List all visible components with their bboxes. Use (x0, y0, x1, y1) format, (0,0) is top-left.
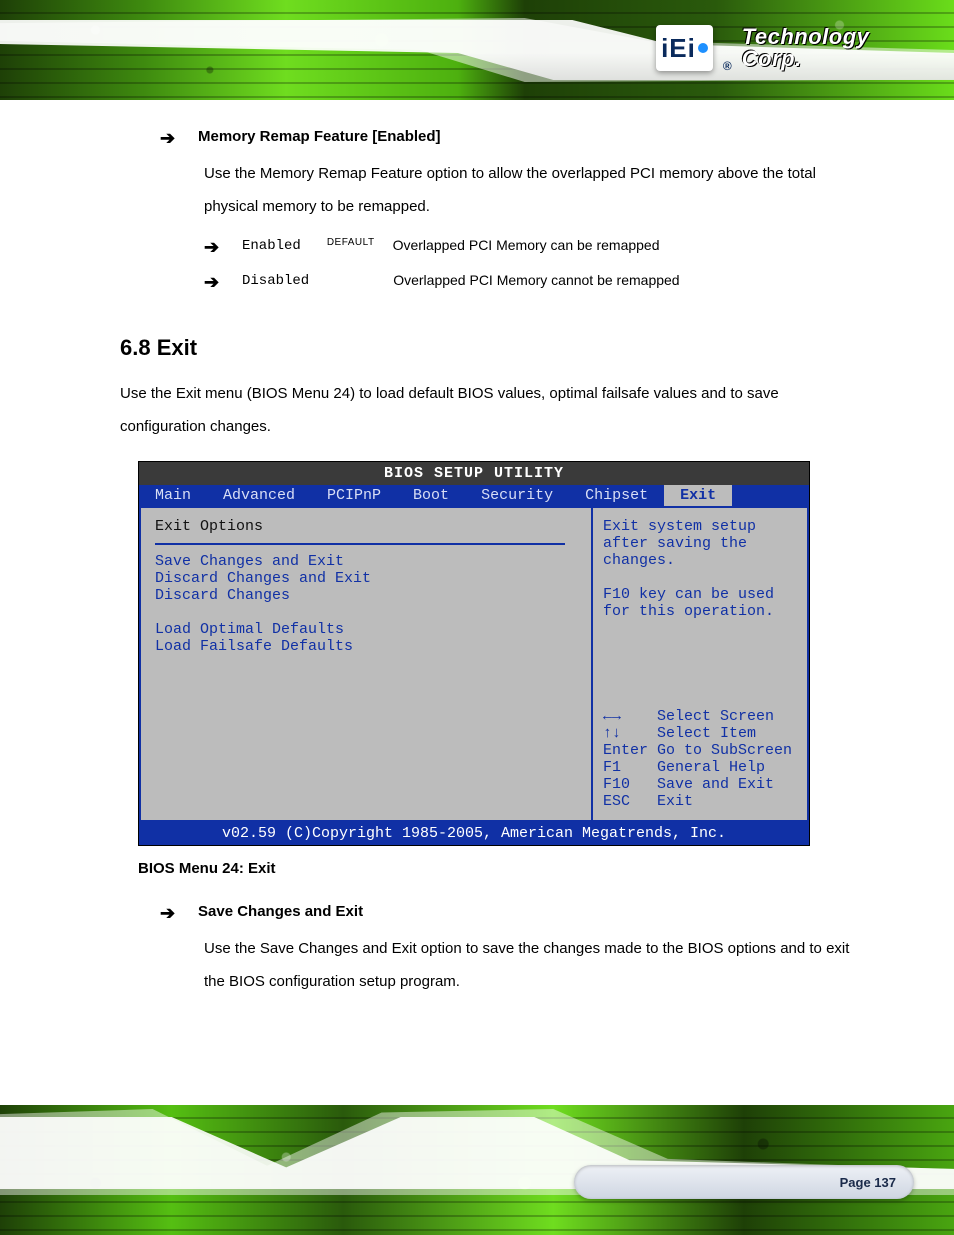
bios-exit-option[interactable]: Discard Changes (155, 587, 577, 604)
bios-key-desc: Select Screen (657, 708, 774, 725)
bios-body: Exit Options Save Changes and Exit Disca… (139, 506, 809, 822)
bios-key-desc: Select Item (657, 725, 756, 742)
bios-menu-item[interactable]: Chipset (569, 485, 664, 506)
bios-menu-item[interactable]: Advanced (207, 485, 311, 506)
option-value-row: ➔ Enabled DEFAULT Overlapped PCI Memory … (204, 237, 864, 258)
bios-menu-item[interactable]: Security (465, 485, 569, 506)
bios-key: ESC (603, 793, 630, 810)
bios-help-line: for this operation. (603, 603, 797, 620)
option-value-label: Disabled (242, 272, 309, 292)
header-banner: iEi ® Technology Corp. (0, 0, 954, 100)
section-lead-text: Use the Exit menu (BIOS Menu 24) to load… (120, 377, 864, 443)
bios-help-line: after saving the (603, 535, 797, 552)
bios-title-bar: BIOS SETUP UTILITY (139, 462, 809, 485)
bios-footer: v02.59 (C)Copyright 1985-2005, American … (139, 822, 809, 845)
brand-logo-mark: iEi (656, 25, 713, 71)
option-heading-row: ➔ Save Changes and Exit (160, 903, 864, 924)
brand-logo-letters: iEi (661, 35, 696, 61)
bios-menu-item[interactable]: Main (139, 485, 207, 506)
option-heading-row: ➔ Memory Remap Feature [Enabled] (160, 128, 864, 149)
bios-help-text: Exit system setup after saving the chang… (603, 518, 797, 708)
arrow-right-icon: ➔ (160, 903, 180, 924)
bios-help-line: F10 key can be used (603, 586, 797, 603)
bios-key-row: F1 General Help (603, 759, 797, 776)
bios-help-line: Exit system setup (603, 518, 797, 535)
brand-logo-dot-icon (698, 43, 708, 53)
bios-key: ↑↓ (603, 725, 621, 742)
bios-help-line (603, 569, 797, 586)
bios-blank-line (155, 604, 577, 621)
bios-divider (155, 543, 565, 545)
save-and-exit-block: ➔ Save Changes and Exit Use the Save Cha… (160, 903, 864, 998)
bios-panel-header: Exit Options (155, 518, 577, 541)
page-content: ➔ Memory Remap Feature [Enabled] Use the… (0, 110, 954, 998)
brand-text: Technology Corp. (742, 26, 926, 70)
bios-menu-bar: Main Advanced PCIPnP Boot Security Chips… (139, 485, 809, 506)
bios-key-row: ↑↓ Select Item (603, 725, 797, 742)
option-default-tag: DEFAULT (327, 237, 375, 248)
brand-logo-block: iEi ® Technology Corp. (656, 18, 926, 78)
option-heading: Save Changes and Exit (198, 903, 363, 920)
bios-key-legend: ←→ Select Screen ↑↓ Select Item Enter Go… (603, 708, 797, 810)
option-value-label: Enabled (242, 237, 301, 257)
bios-exit-option[interactable]: Load Failsafe Defaults (155, 638, 577, 655)
bios-exit-option[interactable]: Discard Changes and Exit (155, 570, 577, 587)
bios-key: ←→ (603, 708, 621, 725)
bios-key-row: ESC Exit (603, 793, 797, 810)
bios-exit-option[interactable]: Save Changes and Exit (155, 553, 577, 570)
footer-banner: Page 137 (0, 1105, 954, 1235)
option-values-list: ➔ Enabled DEFAULT Overlapped PCI Memory … (204, 237, 864, 293)
bios-right-panel: Exit system setup after saving the chang… (591, 506, 809, 822)
bios-exit-option[interactable]: Load Optimal Defaults (155, 621, 577, 638)
bios-key-desc: Save and Exit (657, 776, 774, 793)
bios-menu-item-selected[interactable]: Exit (664, 485, 732, 506)
bios-key-desc: Exit (657, 793, 693, 810)
option-value-note: Overlapped PCI Memory cannot be remapped (393, 272, 679, 288)
bios-key: F10 (603, 776, 630, 793)
section-heading: 6.8 Exit (120, 335, 864, 361)
bios-menu-item[interactable]: Boot (397, 485, 465, 506)
bios-key-desc: General Help (657, 759, 765, 776)
bios-menu-item[interactable]: PCIPnP (311, 485, 397, 506)
arrow-right-icon: ➔ (204, 237, 224, 258)
figure-caption: BIOS Menu 24: Exit (138, 860, 864, 877)
option-help-text: Use the Save Changes and Exit option to … (204, 932, 864, 998)
registered-symbol: ® (723, 60, 732, 72)
arrow-right-icon: ➔ (160, 128, 180, 149)
bios-key: F1 (603, 759, 621, 776)
bios-help-line: changes. (603, 552, 797, 569)
bios-key-row: F10 Save and Exit (603, 776, 797, 793)
arrow-right-icon: ➔ (204, 272, 224, 293)
bios-key-row: ←→ Select Screen (603, 708, 797, 725)
bios-key: Enter (603, 742, 648, 759)
option-help-text: Use the Memory Remap Feature option to a… (204, 157, 864, 223)
bios-screenshot: BIOS SETUP UTILITY Main Advanced PCIPnP … (138, 461, 810, 846)
option-value-row: ➔ Disabled Overlapped PCI Memory cannot … (204, 272, 864, 293)
option-heading: Memory Remap Feature [Enabled] (198, 128, 441, 145)
option-value-note: Overlapped PCI Memory can be remapped (393, 237, 660, 253)
page-number-pill: Page 137 (574, 1165, 914, 1199)
bios-left-panel: Exit Options Save Changes and Exit Disca… (139, 506, 591, 822)
bios-key-row: Enter Go to SubScreen (603, 742, 797, 759)
bios-key-desc: Go to SubScreen (657, 742, 792, 759)
page-number: Page 137 (840, 1175, 896, 1190)
